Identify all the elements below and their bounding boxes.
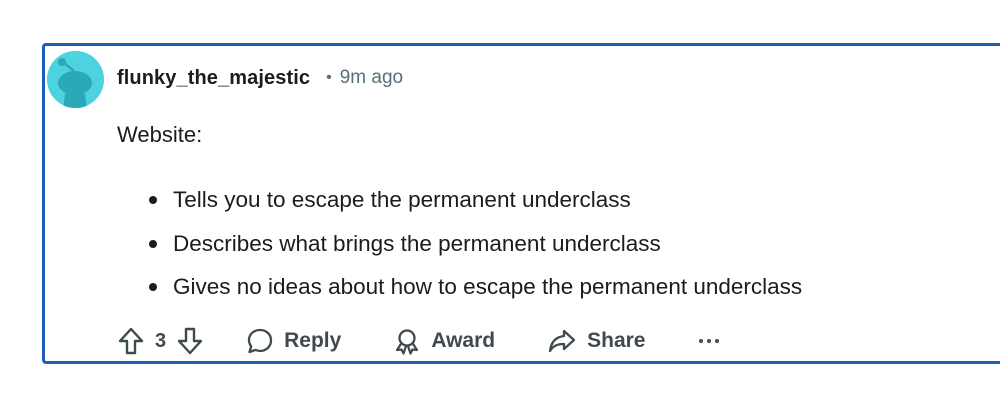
award-button[interactable]: Award [393,323,495,359]
comment-body-intro: Website: [117,122,203,147]
comment-card: flunky_the_majestic • 9m ago Website: Te… [42,43,1000,364]
share-label: Share [587,329,646,352]
overflow-dots-icon [698,336,720,346]
bullet-marker [149,283,157,291]
bullet-item: Gives no ideas about how to escape the p… [149,272,802,316]
bullet-text: Tells you to escape the permanent underc… [173,187,631,212]
comment-bullet-list: Tells you to escape the permanent underc… [149,185,802,316]
username-link[interactable]: flunky_the_majestic [117,67,310,90]
bullet-marker [149,196,157,204]
bullet-item: Tells you to escape the permanent underc… [149,185,802,229]
share-button[interactable]: Share [547,323,646,359]
award-ribbon-icon [393,327,421,355]
award-label: Award [431,329,496,352]
vote-count: 3 [155,329,167,352]
bullet-item: Describes what brings the permanent unde… [149,229,802,273]
comment-action-bar: 3 Reply Award Share [117,323,720,359]
downvote-arrow-icon[interactable] [176,323,204,359]
bullet-text: Describes what brings the permanent unde… [173,230,661,256]
comment-meta: flunky_the_majestic • 9m ago [117,64,403,92]
upvote-arrow-icon[interactable] [117,323,145,359]
comment-timestamp[interactable]: 9m ago [340,67,403,89]
more-options-button[interactable] [698,323,720,359]
meta-separator: • [326,69,332,86]
speech-bubble-icon [246,327,274,355]
reply-button[interactable]: Reply [246,323,341,359]
share-arrow-icon [547,327,577,355]
page: flunky_the_majestic • 9m ago Website: Te… [0,0,1000,403]
snoo-avatar-icon[interactable] [47,51,104,108]
bullet-text: Gives no ideas about how to escape the p… [173,274,803,299]
bullet-marker [149,239,157,248]
reply-label: Reply [284,329,342,352]
